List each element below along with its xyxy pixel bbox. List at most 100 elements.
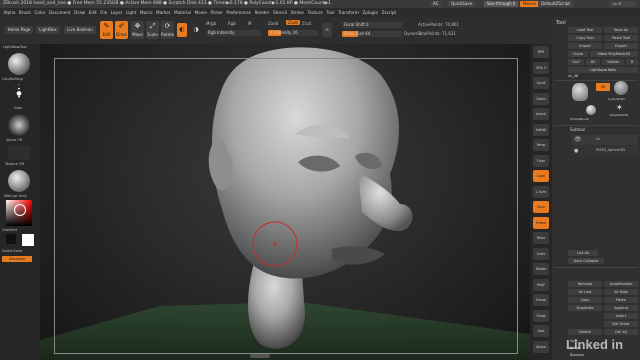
- zcut-toggle[interactable]: Zcut: [302, 21, 311, 26]
- shelf-scale-button[interactable]: Scale: [533, 247, 549, 260]
- list-all-button[interactable]: List All: [568, 250, 598, 256]
- texture-thumbnail[interactable]: [8, 146, 30, 160]
- scale-button[interactable]: ⤢ Scale: [146, 21, 159, 39]
- shelf-solo-button[interactable]: Solo: [533, 325, 549, 337]
- goz-button[interactable]: GoZ: [568, 59, 584, 65]
- alternate-button[interactable]: Alternate: [2, 256, 32, 262]
- color-sphere-icon[interactable]: ◑: [190, 23, 202, 37]
- menu-movie[interactable]: Movie: [195, 8, 207, 17]
- seethrough-slider[interactable]: See-through 0: [484, 1, 519, 7]
- insert-button[interactable]: Insert: [604, 313, 638, 319]
- duplicate-button[interactable]: Duplicate: [568, 305, 602, 311]
- paste-tool-button[interactable]: Paste Tool: [604, 35, 638, 41]
- r-button[interactable]: R: [626, 59, 638, 65]
- menu-layer[interactable]: Layer: [111, 8, 123, 17]
- autoreorder-button[interactable]: AutoReorder: [604, 281, 638, 287]
- live-boolean-button[interactable]: Live Boolean: [64, 26, 96, 34]
- menu-file[interactable]: File: [100, 8, 107, 17]
- shelf-local-button[interactable]: Local: [533, 170, 549, 182]
- shelf-frame-button[interactable]: Frame: [533, 216, 549, 229]
- shelf-spix-3-button[interactable]: SPix 3: [533, 61, 549, 74]
- tool-thumb-simplebrush[interactable]: [586, 105, 596, 115]
- menu-render[interactable]: Render: [255, 8, 270, 17]
- draw-size-slider[interactable]: Draw Size 64: [342, 31, 402, 37]
- auto-collapse-button[interactable]: Auto Collapse: [568, 258, 604, 264]
- shelf-actual-button[interactable]: Actual: [533, 108, 549, 120]
- shelf-polyf-button[interactable]: PolyF: [533, 278, 549, 291]
- lightbox-tools-button[interactable]: Lightbox▸Tools: [568, 67, 638, 73]
- subtool-1-eye-icon[interactable]: 👁: [574, 136, 582, 143]
- shelf-xpose-button[interactable]: Xpose: [533, 340, 549, 353]
- shelf-rotate-button[interactable]: Rotate: [533, 263, 549, 275]
- home-page-button[interactable]: Home Page: [5, 26, 33, 34]
- menu-preferences[interactable]: Preferences: [226, 8, 251, 17]
- all-low-button[interactable]: All Low: [568, 289, 602, 295]
- menu-alpha[interactable]: Alpha: [4, 8, 16, 17]
- brush-swatch-icon[interactable]: ◐: [177, 23, 187, 37]
- clone-button[interactable]: Clone: [568, 51, 588, 57]
- secondary-color-swatch[interactable]: [6, 234, 16, 244]
- subtool-row-2[interactable]: ● PM3D_Sphere3D: [572, 146, 638, 156]
- mrgb-toggle[interactable]: Mrgb: [206, 21, 216, 26]
- load-tool-button[interactable]: Load Tool: [568, 27, 602, 33]
- shelf-floor-button[interactable]: Floor: [533, 154, 549, 167]
- del-all-button[interactable]: Del All: [604, 329, 638, 335]
- z-intensity-slider[interactable]: Z Intensity 26: [268, 30, 318, 36]
- stroke-dots-icon[interactable]: · • ● •: [14, 83, 24, 104]
- menu-light[interactable]: Light: [126, 8, 136, 17]
- make-polymesh-button[interactable]: Make PolyMesh3D: [590, 51, 638, 57]
- menu-texture[interactable]: Texture: [308, 8, 323, 17]
- all-high-button[interactable]: All High: [604, 289, 638, 295]
- export-button[interactable]: Export: [604, 43, 638, 49]
- shelf-scroll-button[interactable]: Scroll: [533, 77, 549, 89]
- import-button[interactable]: Import: [568, 43, 602, 49]
- window-controls[interactable]: ▭ ✕: [610, 1, 636, 7]
- rotate-button[interactable]: ⟳ Rotate: [161, 21, 174, 39]
- focal-shift-slider[interactable]: Focal Shift 0: [342, 22, 402, 28]
- shelf-bpr-button[interactable]: BPR: [533, 46, 549, 58]
- polymesh-star-icon[interactable]: ✶: [616, 103, 623, 112]
- menu-draw[interactable]: Draw: [74, 8, 85, 17]
- lightbox-button[interactable]: LightBox: [36, 26, 60, 34]
- save-as-button[interactable]: Save As: [604, 27, 638, 33]
- menus-button[interactable]: Menus: [520, 1, 540, 7]
- menu-brush[interactable]: Brush: [19, 8, 31, 17]
- zadd-toggle[interactable]: Zadd: [268, 21, 278, 26]
- canvas-scroll-handle[interactable]: [250, 354, 270, 358]
- shelf-l-sym-button[interactable]: L.Sym: [533, 185, 549, 198]
- zsub-toggle[interactable]: Zsub: [286, 20, 300, 25]
- tool-thumb-cylinder[interactable]: [614, 81, 628, 95]
- shelf-persp-button[interactable]: Persp: [533, 139, 549, 151]
- move-button[interactable]: ✥ Move: [131, 21, 144, 39]
- visible-button[interactable]: Visible: [602, 59, 624, 65]
- ac-button[interactable]: AC: [430, 1, 442, 7]
- all-button[interactable]: All: [586, 59, 600, 65]
- menu-color[interactable]: Color: [35, 8, 46, 17]
- brush-thumbnail[interactable]: [8, 53, 30, 75]
- copy-tool-button[interactable]: Copy Tool: [568, 35, 602, 41]
- del-other-button[interactable]: Del Other: [604, 321, 638, 327]
- lock-icon[interactable]: ⊙: [322, 23, 332, 37]
- quicksave-button[interactable]: QuickSave: [448, 1, 476, 7]
- m-toggle[interactable]: M: [248, 21, 251, 26]
- menu-transform[interactable]: Transform: [338, 8, 359, 17]
- shelf-gxyz-button[interactable]: Gxyz: [533, 201, 549, 213]
- shelf-transp-button[interactable]: Transp: [533, 294, 549, 306]
- primary-color-swatch[interactable]: [22, 234, 34, 246]
- material-thumbnail[interactable]: [8, 170, 30, 192]
- shelf-move-button[interactable]: Move: [533, 232, 549, 244]
- menu-zscript[interactable]: Zscript: [382, 8, 397, 17]
- menu-document[interactable]: Document: [49, 8, 71, 17]
- menu-edit[interactable]: Edit: [89, 8, 97, 17]
- menu-zplugin[interactable]: Zplugin: [362, 8, 378, 17]
- rename-button[interactable]: Rename: [568, 281, 602, 287]
- menu-picker[interactable]: Picker: [210, 8, 222, 17]
- menu-marker[interactable]: Marker: [156, 8, 170, 17]
- boolean-section[interactable]: Boolean: [570, 353, 584, 357]
- append-button[interactable]: Append: [604, 305, 638, 311]
- edit-button[interactable]: ✎ Edit: [100, 21, 113, 39]
- menu-material[interactable]: Material: [174, 8, 191, 17]
- shelf-zoom-button[interactable]: Zoom: [533, 92, 549, 105]
- switchcolor-button[interactable]: SwitchColor: [2, 249, 23, 253]
- subtool-row-1[interactable]: 👁 sh: [572, 135, 638, 145]
